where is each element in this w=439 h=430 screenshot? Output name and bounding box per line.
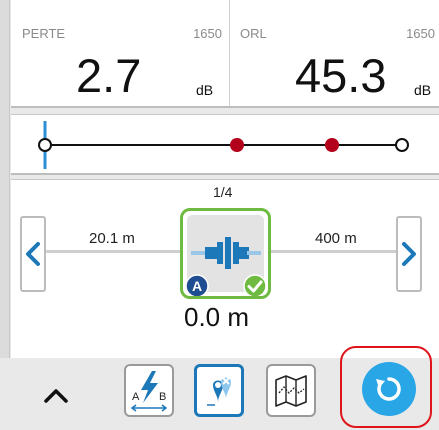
- bidirectional-analysis-button[interactable]: A B: [124, 364, 174, 417]
- next-event-distance: 400 m: [315, 230, 357, 247]
- event-counter: 1/4: [213, 184, 233, 200]
- loss-label: PERTE: [22, 26, 66, 41]
- svg-text:B: B: [159, 391, 166, 403]
- event-card[interactable]: A: [180, 208, 271, 299]
- previous-event-button[interactable]: [20, 216, 46, 292]
- event-table-icon: [207, 376, 231, 406]
- launch-connector-icon[interactable]: [38, 121, 52, 169]
- link-map-diagram: [38, 121, 409, 169]
- measurement-summary: PERTE 1650 2.7 dB ORL 1650 45.3 dB: [11, 0, 439, 108]
- loss-wavelength: 1650: [193, 26, 222, 41]
- chevron-up-icon: [44, 389, 68, 403]
- orl-measurement[interactable]: ORL 1650 45.3 dB: [229, 0, 439, 106]
- orl-value: 45.3: [295, 49, 387, 102]
- link-map[interactable]: [11, 114, 439, 175]
- restart-button[interactable]: [362, 362, 416, 416]
- loss-unit: dB: [196, 82, 214, 98]
- previous-event-distance: 20.1 m: [89, 230, 135, 247]
- chevron-right-icon: [402, 242, 416, 266]
- left-edge: [0, 0, 10, 358]
- map-icon: [275, 374, 307, 407]
- end-event-icon[interactable]: [395, 138, 409, 152]
- svg-text:A: A: [192, 278, 202, 294]
- restart-highlight: [340, 346, 432, 428]
- orl-unit: dB: [414, 82, 432, 98]
- loss-measurement[interactable]: PERTE 1650 2.7 dB: [11, 0, 228, 106]
- ab-bidirectional-icon: A B: [130, 370, 168, 412]
- event-position: 0.0 m: [184, 302, 250, 332]
- fault-event-icon[interactable]: [325, 138, 339, 152]
- map-view-button[interactable]: [266, 364, 316, 417]
- orl-label: ORL: [240, 26, 267, 41]
- orl-wavelength: 1650: [406, 26, 435, 41]
- fault-event-icon[interactable]: [230, 138, 244, 152]
- pass-check-icon: [243, 274, 267, 296]
- bottom-toolbar: A B: [0, 346, 439, 430]
- loss-value: 2.7: [76, 49, 142, 102]
- next-event-button[interactable]: [396, 216, 422, 292]
- event-navigator: 1/4 20.1 m A 400 m 0.0 m: [11, 179, 439, 359]
- event-table-button[interactable]: [194, 364, 244, 417]
- point-a-badge-icon: A: [185, 274, 209, 296]
- expand-button[interactable]: [36, 376, 76, 416]
- svg-text:A: A: [132, 391, 140, 403]
- restart-icon: [376, 377, 401, 401]
- chevron-left-icon: [26, 242, 40, 266]
